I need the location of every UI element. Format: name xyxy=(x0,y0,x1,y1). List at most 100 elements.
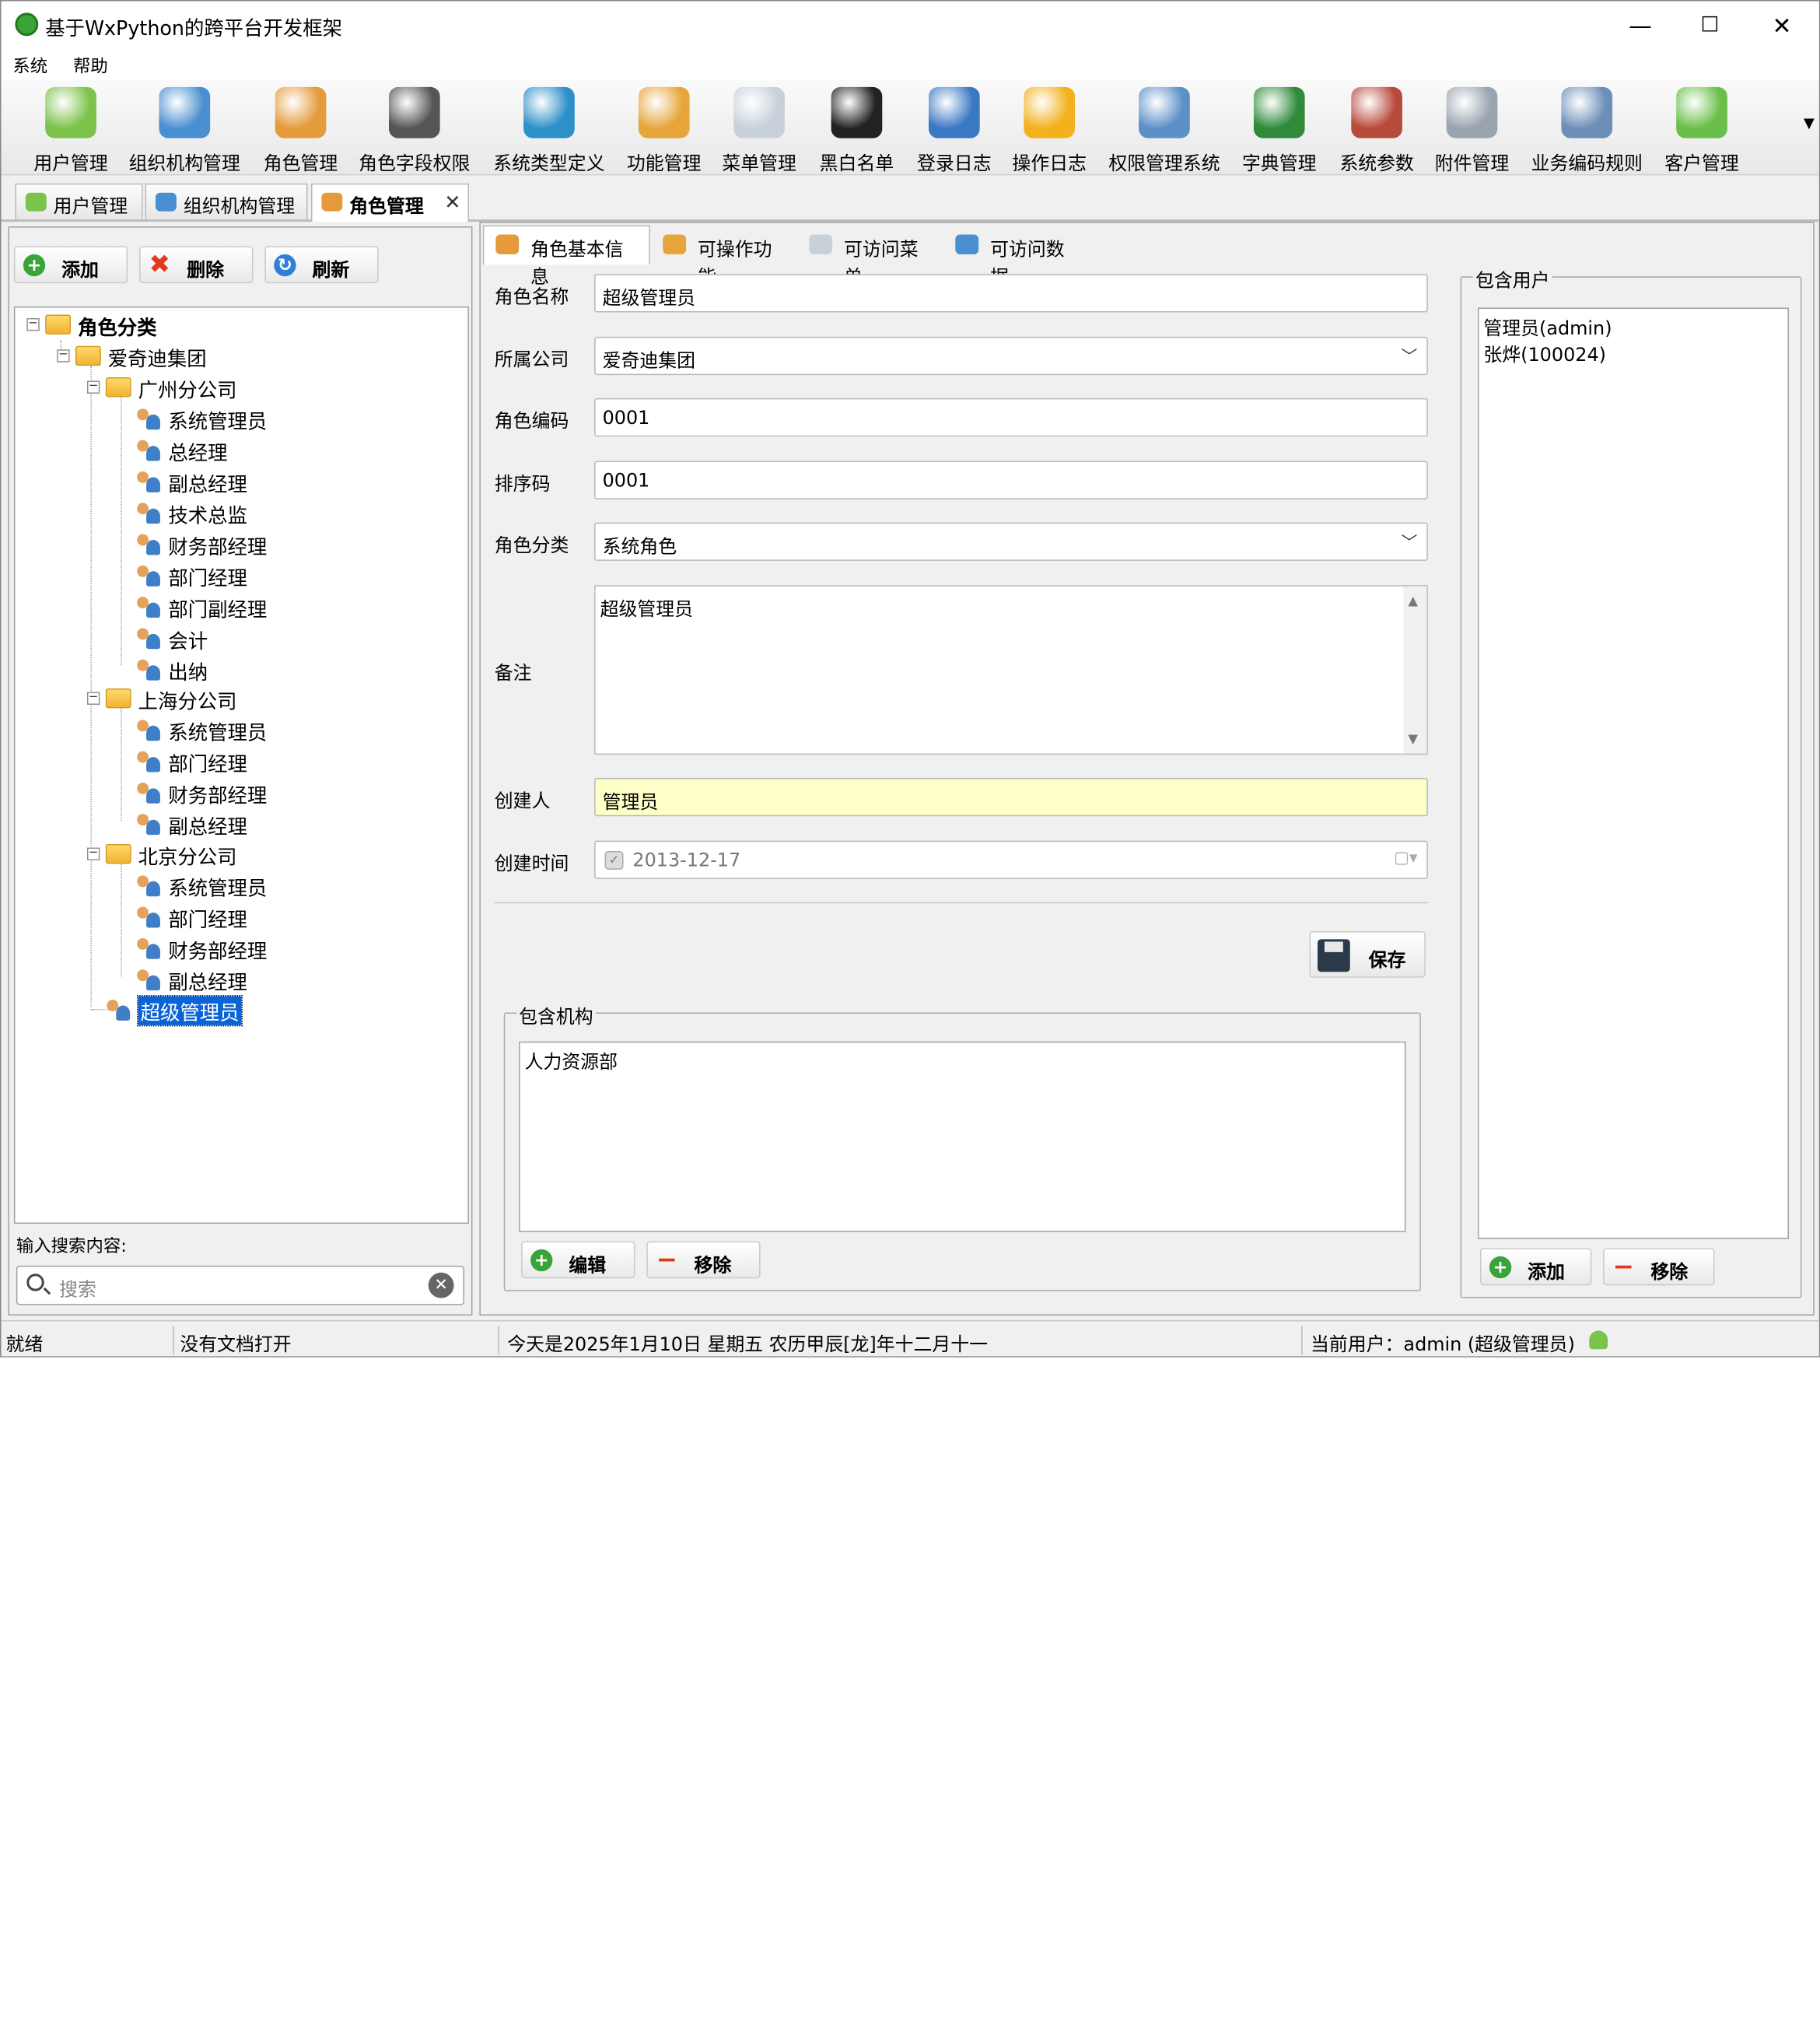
remove-org-button[interactable]: − 移除 xyxy=(646,1241,761,1279)
orgs-list[interactable]: 人力资源部 xyxy=(519,1041,1406,1232)
customers-icon xyxy=(1676,86,1727,138)
toolbar-black-white-list[interactable]: 黑白名单 xyxy=(814,86,899,174)
scroll-down-icon[interactable]: ▼ xyxy=(1408,731,1418,746)
edit-orgs-button[interactable]: + 编辑 xyxy=(521,1241,635,1279)
tab-label: 组织机构管理 xyxy=(183,194,296,218)
status-ready: 就绪 xyxy=(5,1333,44,1355)
scroll-up-icon[interactable]: ▲ xyxy=(1408,594,1418,608)
title-bar: 基于WxPython的跨平台开发框架 — ☐ ✕ xyxy=(1,1,1819,51)
key-icon xyxy=(663,234,687,254)
toolbar-overflow-icon[interactable]: ▼ xyxy=(1804,115,1815,131)
minus-icon: − xyxy=(1612,1252,1635,1282)
paperclip-icon xyxy=(1446,86,1498,138)
monitor-icon xyxy=(523,86,575,138)
button-label: 编辑 xyxy=(569,1253,607,1277)
toolbar-login-log[interactable]: 登录日志 xyxy=(912,86,997,174)
collapse-toggle-icon[interactable]: − xyxy=(57,349,70,363)
collapse-toggle-icon[interactable]: − xyxy=(86,692,100,705)
plus-icon: + xyxy=(23,254,46,277)
collapse-toggle-icon[interactable]: − xyxy=(26,317,40,331)
toolbar-customer-management[interactable]: 客户管理 xyxy=(1659,86,1745,174)
tab-org-management[interactable]: 组织机构管理 xyxy=(145,183,308,220)
tab-role-basic-info[interactable]: 角色基本信息 xyxy=(482,225,650,288)
x-icon: ✖ xyxy=(149,250,170,280)
delete-button[interactable]: ✖ 删除 xyxy=(139,246,254,284)
maximize-button[interactable]: ☐ xyxy=(1687,8,1734,43)
company-value: 爱奇迪集团 xyxy=(602,349,696,372)
save-button[interactable]: 保存 xyxy=(1309,930,1426,978)
role-icon xyxy=(136,781,162,804)
clear-search-icon[interactable]: ✕ xyxy=(428,1272,454,1298)
toolbar-permission-system[interactable]: 权限管理系统 xyxy=(1104,86,1224,174)
refresh-button[interactable]: ↻ 刷新 xyxy=(264,246,379,284)
button-label: 移除 xyxy=(1650,1260,1689,1284)
status-divider xyxy=(498,1326,499,1355)
company-select[interactable]: 爱奇迪集团 ﹀ xyxy=(594,336,1428,376)
toolbar-label: 附件管理 xyxy=(1434,152,1510,174)
key-icon xyxy=(638,86,690,138)
list-item[interactable]: 张烨(100024) xyxy=(1483,339,1783,366)
tree-node-label: 超级管理员 xyxy=(137,995,243,1027)
search-input[interactable]: 搜索 ✕ xyxy=(16,1265,464,1305)
category-select[interactable]: 系统角色 ﹀ xyxy=(594,522,1428,561)
toolbar-operation-log[interactable]: 操作日志 xyxy=(1006,86,1092,174)
tree-node-label: 系统管理员 xyxy=(168,411,268,435)
toolbar-business-code-rules[interactable]: 业务编码规则 xyxy=(1527,86,1647,174)
toolbar-system-parameters[interactable]: 系统参数 xyxy=(1334,86,1419,174)
note-textarea[interactable]: 超级管理员 ▲ ▼ xyxy=(594,585,1428,755)
toolbar-org-management[interactable]: 组织机构管理 xyxy=(124,86,245,174)
note-scrollbar[interactable]: ▲ ▼ xyxy=(1403,586,1427,754)
collapse-toggle-icon[interactable]: − xyxy=(86,380,100,394)
button-label: 刷新 xyxy=(312,258,350,282)
menu-help[interactable]: 帮助 xyxy=(73,54,108,78)
role-name-field[interactable]: 超级管理员 xyxy=(594,274,1428,313)
toolbar-role-field-permission[interactable]: 角色字段权限 xyxy=(354,86,474,174)
toolbar-function-management[interactable]: 功能管理 xyxy=(621,86,706,174)
add-button[interactable]: + 添加 xyxy=(13,246,128,284)
close-tab-icon[interactable]: ✕ xyxy=(444,191,460,215)
role-icon xyxy=(136,533,162,556)
sort-code-field[interactable]: 0001 xyxy=(594,461,1428,499)
toolbar-menu-management[interactable]: 菜单管理 xyxy=(716,86,802,174)
users-list[interactable]: 管理员(admin) 张烨(100024) xyxy=(1477,307,1789,1239)
role-icon xyxy=(136,439,162,462)
tree-node-label: 上海分公司 xyxy=(138,691,237,714)
tab-user-management[interactable]: 用户管理 xyxy=(15,183,143,220)
toolbar-attachment-management[interactable]: 附件管理 xyxy=(1429,86,1514,174)
list-item[interactable]: 人力资源部 xyxy=(525,1046,1400,1073)
menu-system[interactable]: 系统 xyxy=(12,54,47,78)
list-item[interactable]: 管理员(admin) xyxy=(1483,312,1783,338)
tab-role-management[interactable]: 角色管理 ✕ xyxy=(310,183,469,222)
user-icon xyxy=(1589,1330,1608,1350)
tree-node-label: 财务部经理 xyxy=(168,940,268,964)
collapse-toggle-icon[interactable]: − xyxy=(86,847,100,860)
calendar-dropdown-icon[interactable]: ▢▾ xyxy=(1394,849,1417,867)
folder-icon xyxy=(45,314,72,335)
toolbar-role-management[interactable]: 角色管理 xyxy=(254,86,347,174)
folder-icon xyxy=(75,345,101,366)
toolbar-user-management[interactable]: 用户管理 xyxy=(24,86,117,174)
toolbar-system-type[interactable]: 系统类型定义 xyxy=(488,86,609,174)
tab-accessible-menus[interactable]: 可访问菜单 xyxy=(796,226,943,288)
tab-accessible-data[interactable]: 可访问数据 xyxy=(943,226,1089,288)
divider xyxy=(494,902,1428,904)
role-code-field[interactable]: 0001 xyxy=(594,398,1428,437)
checkbox-icon[interactable]: ✓ xyxy=(604,851,624,870)
orgs-group-box: 包含机构 人力资源部 + 编辑 − 移除 xyxy=(503,1000,1421,1291)
plus-icon: + xyxy=(530,1249,553,1272)
minimize-button[interactable]: — xyxy=(1617,8,1664,43)
toolbar-dictionary-management[interactable]: 字典管理 xyxy=(1237,86,1322,174)
toolbar-label: 操作日志 xyxy=(1012,152,1087,174)
role-tree[interactable]: − 角色分类 − 爱奇迪集团 − 广州分公司 系统管理员 总经理 副总经理 技术… xyxy=(13,307,469,1224)
toolbar-label: 角色字段权限 xyxy=(359,152,471,174)
role-icon xyxy=(136,969,162,992)
add-user-button[interactable]: + 添加 xyxy=(1479,1248,1592,1286)
tab-operable-functions[interactable]: 可操作功能 xyxy=(650,226,796,288)
computer-key-icon xyxy=(1139,86,1190,138)
created-date-value: 2013-12-17 xyxy=(632,849,741,871)
search-placeholder: 搜索 xyxy=(59,1278,96,1301)
remove-user-button[interactable]: − 移除 xyxy=(1603,1248,1715,1286)
created-date-picker[interactable]: ✓ 2013-12-17 ▢▾ xyxy=(594,840,1428,879)
close-button[interactable]: ✕ xyxy=(1759,8,1805,43)
tree-node-label: 爱奇迪集团 xyxy=(107,348,207,372)
